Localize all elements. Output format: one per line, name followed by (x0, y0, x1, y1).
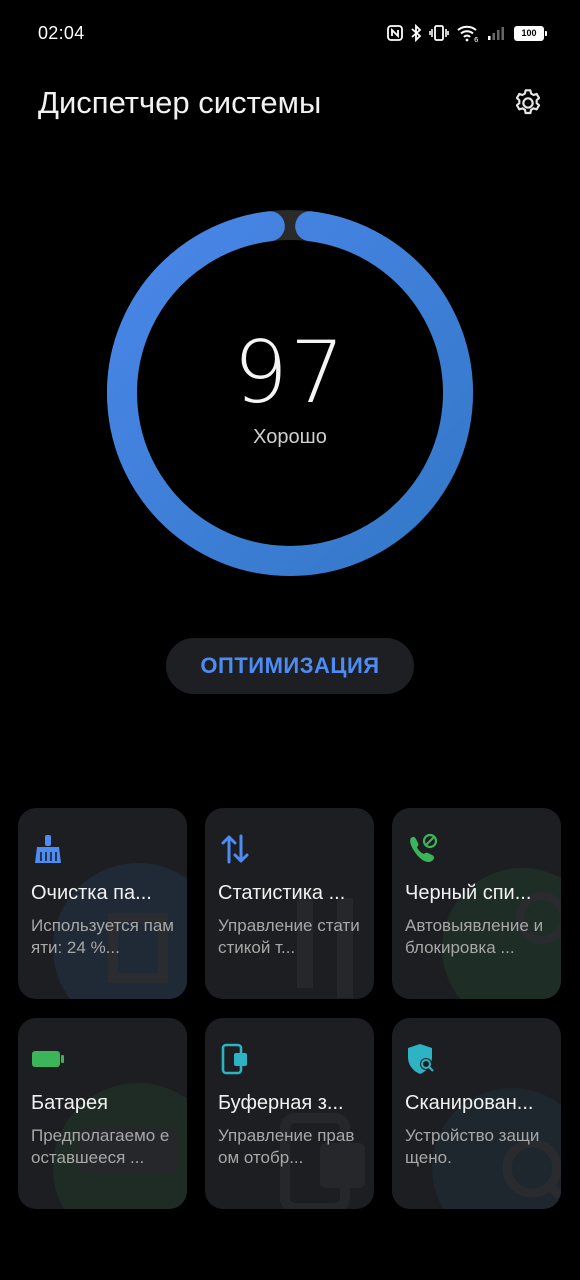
tile-title: Очистка па... (31, 882, 152, 904)
gear-icon (515, 89, 541, 115)
tile-description: Управление статистикой т... (218, 916, 360, 957)
header: Диспетчер системы (38, 78, 546, 128)
battery-indicator: 100 (514, 25, 547, 41)
battery-level: 100 (515, 26, 543, 40)
broom-icon (31, 832, 65, 866)
tile-clipboard[interactable]: Буферная з... Управление правом отобр... (205, 1018, 374, 1209)
tile-battery[interactable]: Батарея Предполагаемо е оставшееся ... (18, 1018, 187, 1209)
wifi-icon: 6 (456, 24, 480, 42)
tile-title: Батарея (31, 1092, 108, 1114)
page-title: Диспетчер системы (38, 85, 322, 120)
score-label: Хорошо (253, 425, 327, 448)
settings-button[interactable] (510, 85, 546, 121)
phone-block-icon (405, 832, 439, 866)
bluetooth-icon (410, 24, 422, 42)
system-manager-screen: 02:04 6 100 Диспетчер системы 97 Хорошо … (0, 0, 580, 1280)
tile-title: Черный спи... (405, 882, 532, 904)
status-bar: 02:04 6 100 (0, 0, 580, 66)
optimize-button[interactable]: ОПТИМИЗАЦИЯ (166, 638, 414, 694)
svg-text:6: 6 (474, 36, 479, 42)
score-center: 97 Хорошо (100, 203, 480, 583)
data-transfer-icon (218, 832, 252, 866)
signal-icon (487, 25, 507, 41)
tile-description: Управление правом отобр... (218, 1126, 355, 1167)
tile-security-scan[interactable]: Сканирован... Устройство защищено. (392, 1018, 561, 1209)
tile-title: Сканирован... (405, 1092, 534, 1114)
clipboard-icon (218, 1042, 252, 1076)
health-score-ring: 97 Хорошо (100, 203, 480, 583)
vibrate-icon (429, 24, 449, 42)
status-time: 02:04 (38, 22, 85, 43)
feature-tiles: Очистка па... Используется памяти: 24 %.… (18, 808, 562, 1209)
tile-data-statistics[interactable]: Статистика ... Управление статистикой т.… (205, 808, 374, 999)
status-icons: 6 100 (387, 24, 547, 42)
tile-description: Устройство защищено. (405, 1126, 540, 1167)
tile-blacklist[interactable]: Черный спи... Автовыявление и блокировка… (392, 808, 561, 999)
tile-title: Буферная з... (218, 1092, 344, 1114)
shield-scan-icon (405, 1042, 439, 1076)
tile-title: Статистика ... (218, 882, 346, 904)
battery-icon (31, 1042, 65, 1076)
tile-memory-cleanup[interactable]: Очистка па... Используется памяти: 24 %.… (18, 808, 187, 999)
score-value: 97 (233, 322, 347, 423)
tile-description: Автовыявление и блокировка ... (405, 916, 544, 957)
tile-description: Используется памяти: 24 %... (31, 916, 174, 957)
tile-description: Предполагаемо е оставшееся ... (31, 1126, 170, 1167)
nfc-icon (387, 25, 403, 41)
